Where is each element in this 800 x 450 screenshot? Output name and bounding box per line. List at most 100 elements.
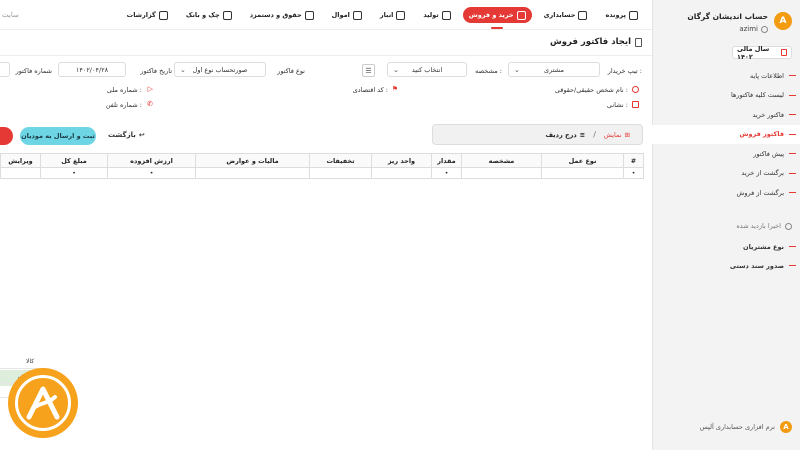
invoice-type-select[interactable]: صورتحساب نوع اول ⌄ xyxy=(174,62,266,77)
factory-icon xyxy=(441,10,451,20)
spec-select[interactable]: انتخاب کنید ⌄ xyxy=(387,62,467,77)
dash-icon xyxy=(789,133,796,135)
dash-icon xyxy=(789,75,796,77)
national-id-label: شماره ملی : xyxy=(106,86,142,94)
invoice-type-label: نوع فاکتور xyxy=(277,67,305,75)
person-name-label: نام شخص حقیقی/حقوقی : xyxy=(554,86,628,94)
table-header-row: # نوع عمل مشخصه مقدار واحد ریز تخفیفات م… xyxy=(0,153,644,168)
calculator-icon xyxy=(578,10,588,20)
submit-to-taxpayers-button[interactable]: ثبت و ارسال به مودیان xyxy=(20,127,96,145)
sidebar-item-label: فاکتور فروش xyxy=(739,130,784,139)
tab-label: تولید xyxy=(423,11,439,19)
spec-label: مشخصه : xyxy=(475,67,502,75)
flag-icon: ⚑ xyxy=(391,85,398,93)
table-cell[interactable] xyxy=(0,167,41,179)
dash-icon xyxy=(789,153,796,155)
separator: / xyxy=(593,130,596,139)
invoice-date-field[interactable]: ۱۴۰۲/۰۴/۲۸ xyxy=(58,62,126,77)
calendar-icon xyxy=(781,49,787,56)
recent-item-customer-types[interactable]: نوع مشتریان xyxy=(652,237,800,256)
address-label: نشانی : xyxy=(606,101,628,109)
column-header: ویرایش xyxy=(0,153,41,168)
tab-label: انبار xyxy=(379,11,394,19)
tab-payroll[interactable]: حقوق و دستمزد xyxy=(244,7,320,23)
tab-production[interactable]: تولید xyxy=(417,7,456,23)
table-cell[interactable]: • xyxy=(107,167,196,179)
tab-label: گزارشات xyxy=(126,11,156,19)
tab-assets[interactable]: اموال xyxy=(326,7,368,23)
table-cell[interactable] xyxy=(541,167,624,179)
table-cell[interactable] xyxy=(461,167,542,179)
top-navigation: سایت پرونده حسابداری خرید و فروش تولید ا… xyxy=(0,0,652,30)
column-header: مشخصه xyxy=(461,153,542,168)
back-button[interactable]: ↩ بازگشت xyxy=(108,131,145,139)
tab-accounting[interactable]: حسابداری xyxy=(538,7,594,23)
column-header: واحد ریز xyxy=(371,153,432,168)
site-link[interactable]: سایت xyxy=(2,11,19,19)
column-header: مالیات و عوارض xyxy=(195,153,310,168)
company-logo-icon: A xyxy=(774,12,792,30)
insert-row-label: درج ردیف xyxy=(545,130,577,139)
phone-label: شماره تلفن : xyxy=(105,101,142,109)
tab-sales-purchase[interactable]: خرید و فروش xyxy=(462,7,532,29)
brand: A حساب اندیشان گرگان azimi xyxy=(687,12,792,33)
bank-icon xyxy=(222,10,232,20)
page-title: ایجاد فاکتور فروش xyxy=(550,37,642,47)
sidebar-item-label: برگشت از خرید xyxy=(741,169,784,178)
sidebar-item-sales-return[interactable]: برگشت از فروش xyxy=(652,183,800,203)
company-name: حساب اندیشان گرگان xyxy=(687,12,768,21)
sidebar-item-basic-info[interactable]: اطلاعات پایه xyxy=(652,66,800,86)
sidebar-item-label: برگشت از فروش xyxy=(736,188,784,197)
play-icon: ▷ xyxy=(147,85,153,93)
buyer-type-select[interactable]: مشتری ⌄ xyxy=(508,62,600,77)
table-cell[interactable]: • xyxy=(431,167,462,179)
report-icon xyxy=(158,10,168,20)
sidebar-item-sales-invoice[interactable]: فاکتور فروش xyxy=(652,124,800,144)
show-button[interactable]: ⊞ نمایش xyxy=(604,131,630,139)
insert-row-button[interactable]: ≡ درج ردیف xyxy=(545,131,585,139)
invoice-date-value: ۱۴۰۲/۰۴/۲۸ xyxy=(75,65,109,74)
dash-icon xyxy=(789,172,796,174)
username: azimi xyxy=(739,25,758,33)
dash-icon xyxy=(789,114,796,116)
table-cell[interactable]: • xyxy=(40,167,108,179)
sidebar-item-purchase-invoice[interactable]: فاکتور خرید xyxy=(652,105,800,125)
recent-item-label: صدور سند دستی xyxy=(729,261,784,270)
table-cell[interactable] xyxy=(309,167,372,179)
sidebar-item-proforma[interactable]: پیش فاکتور xyxy=(652,144,800,164)
chevron-down-icon: ⌄ xyxy=(393,66,399,74)
dash-icon xyxy=(789,246,796,248)
tab-file[interactable]: پرونده xyxy=(599,7,644,23)
rows-icon: ≡ xyxy=(579,130,586,139)
sidebar: A حساب اندیشان گرگان azimi سال مالی ۱۴۰۲… xyxy=(652,0,800,450)
dash-icon xyxy=(789,192,796,194)
invoice-type-value: صورتحساب نوع اول xyxy=(192,65,248,74)
main-panel: ایجاد فاکتور فروش تیپ خریدار : مشتری ⌄ م… xyxy=(0,31,652,450)
warehouse-icon xyxy=(396,10,406,20)
red-action-button[interactable] xyxy=(0,127,13,145)
invoice-number-field[interactable] xyxy=(0,62,10,77)
tab-warehouse[interactable]: انبار xyxy=(374,7,412,23)
divider xyxy=(0,55,652,56)
user-info[interactable]: azimi xyxy=(687,25,768,33)
buyer-type-label: تیپ خریدار : xyxy=(607,67,642,75)
tab-reports[interactable]: گزارشات xyxy=(121,7,174,23)
clock-icon xyxy=(785,222,792,230)
fiscal-year-selector[interactable]: سال مالی ۱۴۰۲ xyxy=(732,45,792,61)
table-cell[interactable] xyxy=(371,167,432,179)
table-row[interactable]: • • • • xyxy=(0,167,644,179)
economic-code-label: کد اقتصادی : xyxy=(352,86,388,94)
table-cell[interactable] xyxy=(195,167,310,179)
list-icon[interactable]: ☰ xyxy=(362,64,375,77)
a-logo-icon xyxy=(26,386,60,420)
tab-cheque-bank[interactable]: چک و بانک xyxy=(180,7,238,23)
bookmark-icon[interactable] xyxy=(635,37,642,47)
sidebar-item-all-invoices[interactable]: لیست کلیه فاکتورها xyxy=(652,86,800,106)
tab-label: اموال xyxy=(331,11,350,19)
module-tabs: پرونده حسابداری خرید و فروش تولید انبار … xyxy=(121,7,644,29)
recent-item-manual-voucher[interactable]: صدور سند دستی xyxy=(652,256,800,275)
sidebar-item-purchase-return[interactable]: برگشت از خرید xyxy=(652,164,800,184)
chevron-down-icon: ⌄ xyxy=(180,66,186,74)
page-title-text: ایجاد فاکتور فروش xyxy=(550,37,631,47)
column-header: # xyxy=(623,153,644,168)
